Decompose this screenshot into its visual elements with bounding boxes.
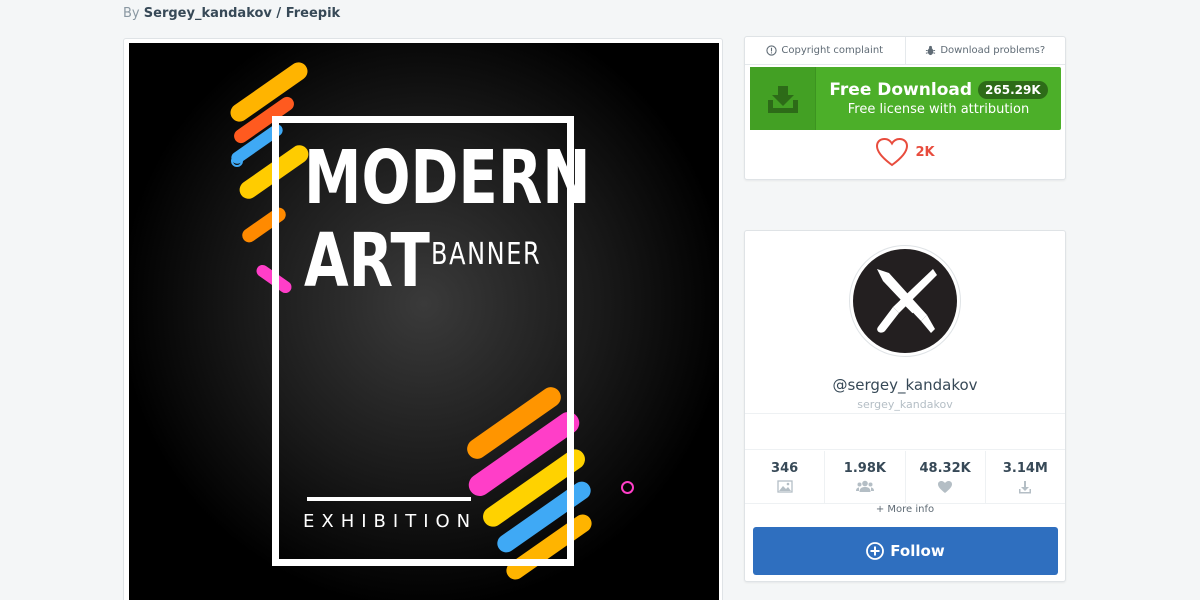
artwork-divider xyxy=(307,497,471,501)
author-stats: 346 1.98K 48.32K 3.14M xyxy=(745,451,1065,503)
artwork-text-banner: BANNER xyxy=(431,237,542,272)
author-byline: By Sergey_kandakov / Freepik xyxy=(123,6,340,21)
free-download-button[interactable]: Free Download 265.29K Free license with … xyxy=(750,67,1061,130)
download-problems-link[interactable]: Download problems? xyxy=(904,37,1066,64)
download-license-text: Free license with attribution xyxy=(847,102,1030,117)
download-button-text: Free Download 265.29K Free license with … xyxy=(816,67,1061,130)
plus-circle-icon xyxy=(866,542,885,560)
byline-author-link[interactable]: Sergey_kandakov / Freepik xyxy=(144,6,340,21)
byline-prefix: By xyxy=(123,6,140,21)
artwork-text-art: ART xyxy=(304,218,430,304)
heart-outline-icon xyxy=(876,137,909,167)
image-preview-card: MODERN ART BANNER EXHIBITION xyxy=(123,38,723,600)
download-icon xyxy=(1019,480,1032,493)
decor-circle xyxy=(231,155,243,167)
more-info-link[interactable]: + More info xyxy=(745,504,1065,515)
bug-icon xyxy=(926,45,936,56)
download-title-row: Free Download 265.29K xyxy=(829,80,1048,100)
like-count: 2K xyxy=(915,144,935,160)
users-icon xyxy=(855,480,874,492)
stat-downloads: 3.14M xyxy=(984,451,1065,503)
stat-value: 48.32K xyxy=(919,460,971,476)
artwork-image[interactable]: MODERN ART BANNER EXHIBITION xyxy=(129,43,719,600)
follow-label: Follow xyxy=(890,542,945,560)
image-icon xyxy=(776,480,793,493)
copyright-complaint-link[interactable]: Copyright complaint xyxy=(745,37,905,64)
pen-brush-cross-icon xyxy=(877,269,937,333)
heart-icon xyxy=(938,480,953,493)
divider xyxy=(745,449,1065,450)
artwork-text-exhibition: EXHIBITION xyxy=(303,511,478,532)
download-tray-icon xyxy=(767,85,798,113)
download-problems-label: Download problems? xyxy=(940,45,1046,56)
download-links-bar: Copyright complaint Download problems? xyxy=(745,37,1065,65)
avatar-image xyxy=(853,249,957,353)
copyright-complaint-label: Copyright complaint xyxy=(781,45,884,56)
download-title: Free Download xyxy=(829,80,973,100)
stat-value: 3.14M xyxy=(1002,460,1048,476)
stat-value: 346 xyxy=(771,461,799,476)
author-username: sergey_kandakov xyxy=(857,398,953,411)
stat-followers: 1.98K xyxy=(824,451,904,503)
artwork-text-modern: MODERN xyxy=(304,135,591,221)
stat-likes: 48.32K xyxy=(904,451,985,503)
stat-value: 1.98K xyxy=(843,461,886,476)
like-button[interactable]: 2K xyxy=(745,137,1065,167)
stat-resources: 346 xyxy=(745,451,824,503)
decor-circle xyxy=(621,481,634,494)
author-card: @sergey_kandakov sergey_kandakov 346 1.9… xyxy=(744,230,1066,582)
download-card: Copyright complaint Download problems? F… xyxy=(744,36,1066,180)
download-tray-icon-box xyxy=(750,67,816,130)
download-count-badge: 265.29K xyxy=(978,81,1048,99)
avatar[interactable] xyxy=(849,245,961,357)
author-handle[interactable]: @sergey_kandakov xyxy=(745,376,1065,394)
divider xyxy=(745,413,1065,414)
follow-button[interactable]: Follow xyxy=(753,527,1058,575)
alert-circle-icon xyxy=(766,45,778,56)
